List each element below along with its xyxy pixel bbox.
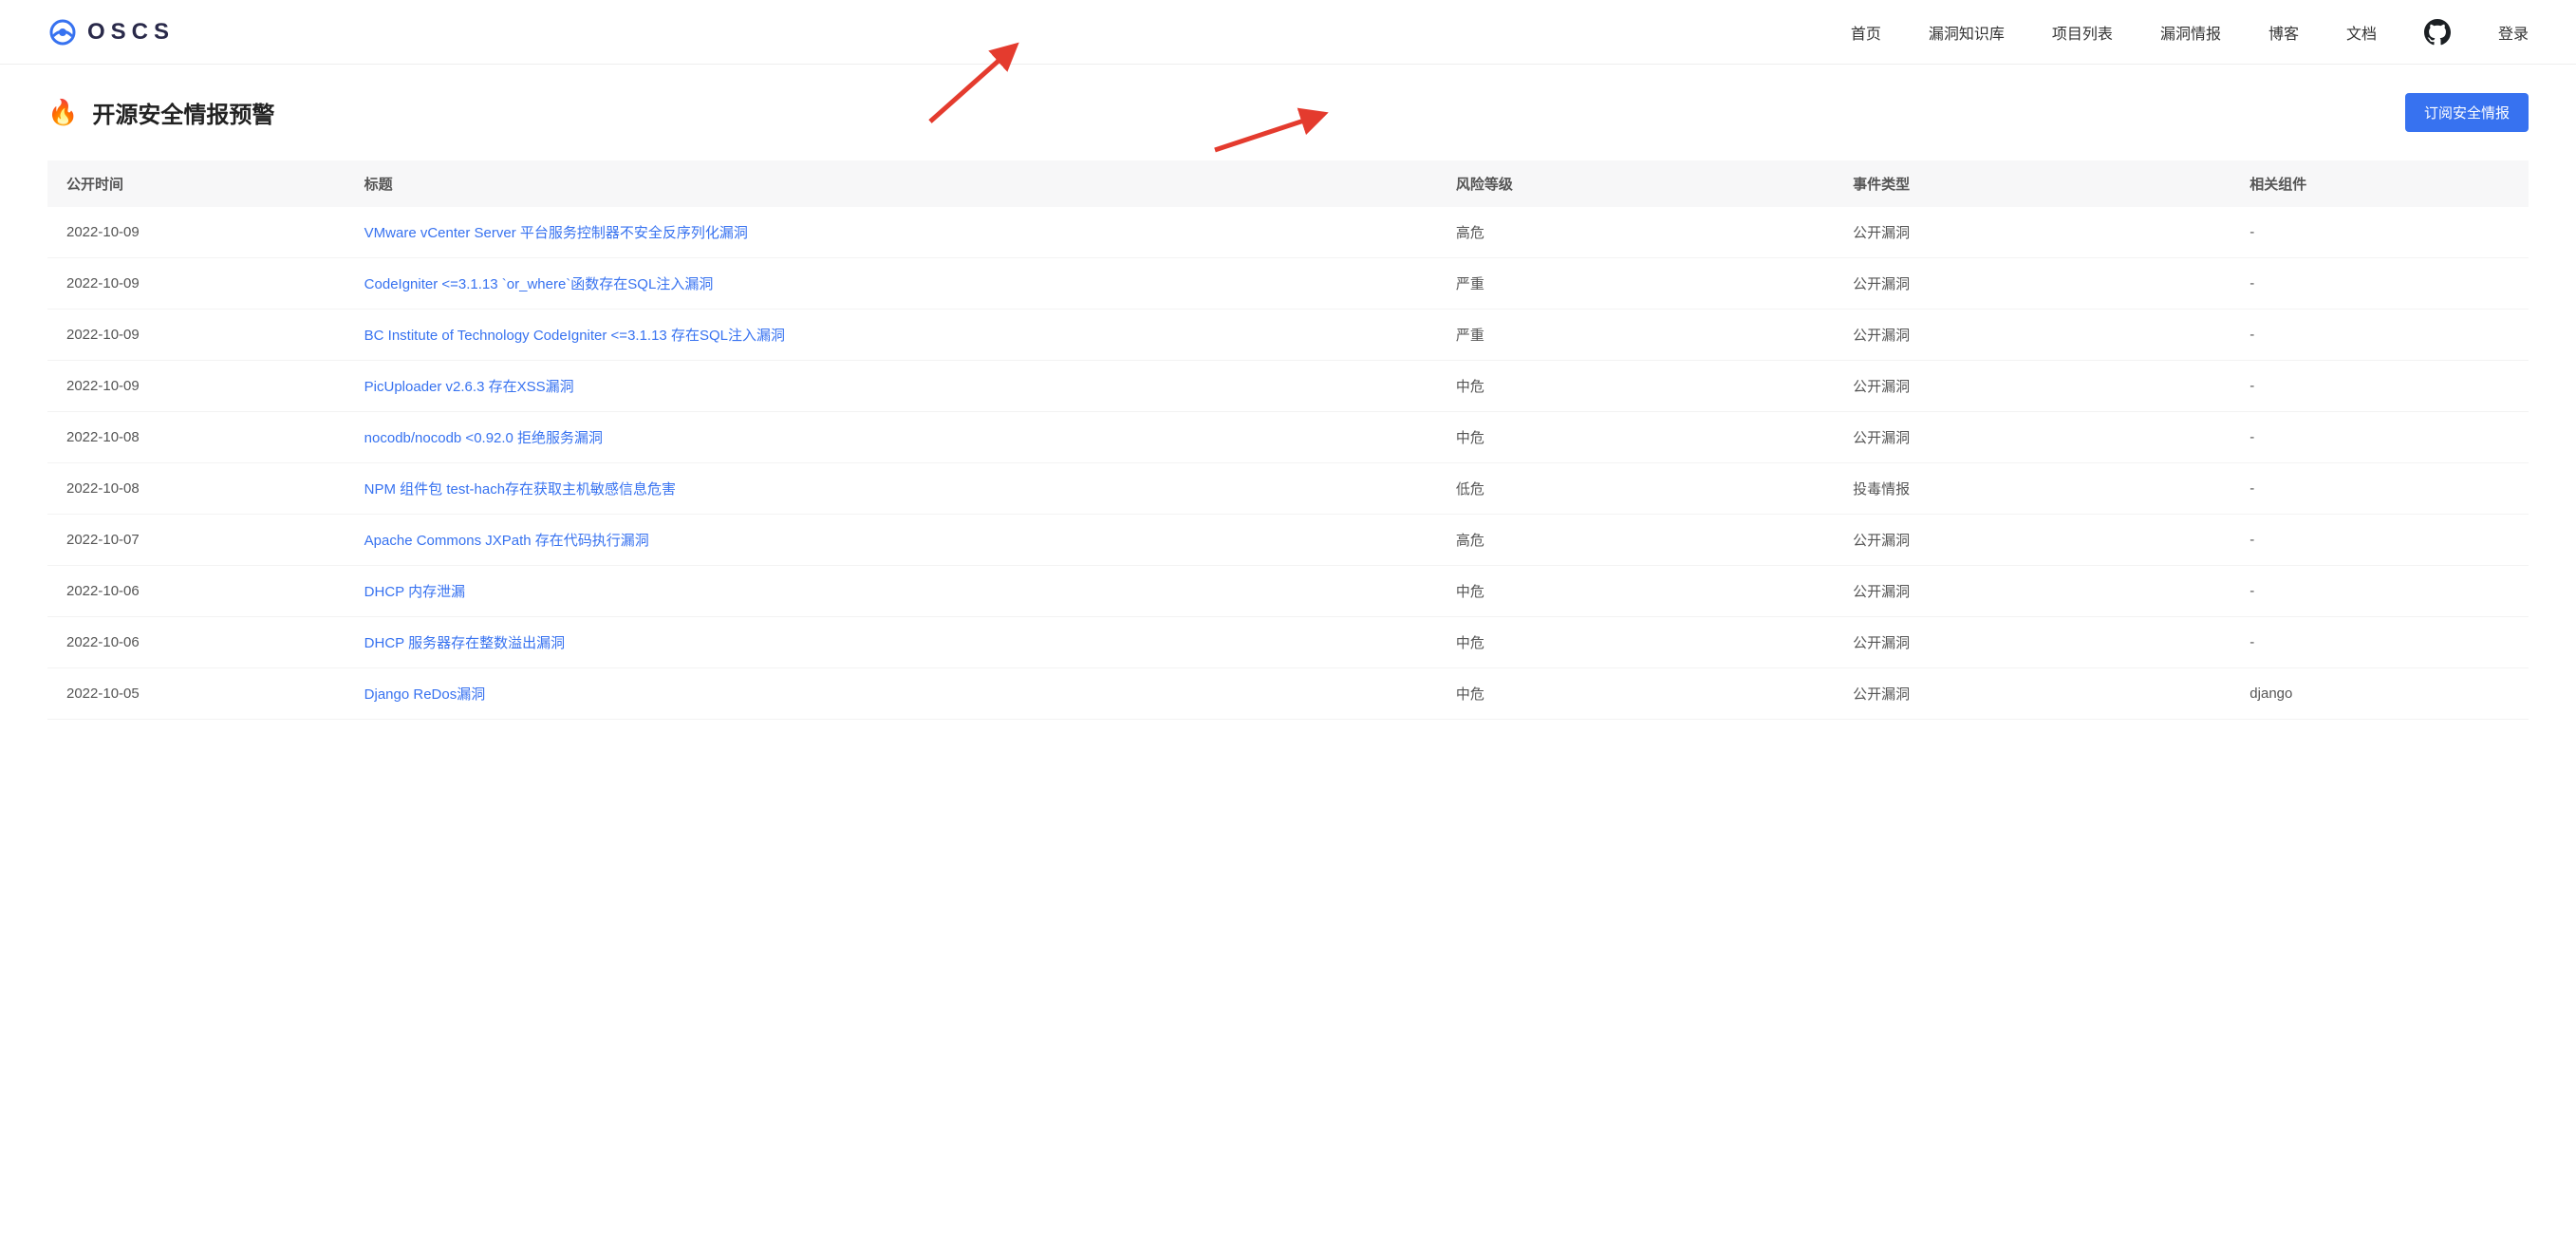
- nav-item-intel[interactable]: 漏洞情报: [2160, 21, 2221, 44]
- cell-date: 2022-10-09: [47, 258, 345, 310]
- th-type: 事件类型: [1834, 160, 2231, 207]
- cell-type: 公开漏洞: [1834, 310, 2231, 361]
- cell-component: -: [2231, 463, 2529, 515]
- title-row: 🔥 开源安全情报预警 订阅安全情报: [47, 93, 2529, 132]
- cell-component: -: [2231, 412, 2529, 463]
- cell-component: -: [2231, 207, 2529, 258]
- title-link[interactable]: DHCP 内存泄漏: [364, 584, 465, 600]
- logo[interactable]: OSCS: [47, 17, 175, 47]
- cell-risk: 严重: [1437, 258, 1834, 310]
- title-link[interactable]: NPM 组件包 test-hach存在获取主机敏感信息危害: [364, 481, 676, 498]
- nav-item-projects[interactable]: 项目列表: [2052, 21, 2113, 44]
- cell-date: 2022-10-06: [47, 566, 345, 617]
- nav-item-home[interactable]: 首页: [1851, 21, 1881, 44]
- table-row[interactable]: 2022-10-09 BC Institute of Technology Cod…: [47, 310, 2529, 361]
- cell-risk: 高危: [1437, 515, 1834, 566]
- title-link[interactable]: nocodb/nocodb <0.92.0 拒绝服务漏洞: [364, 430, 603, 446]
- cell-title: DHCP 服务器存在整数溢出漏洞: [345, 617, 1437, 668]
- table-row[interactable]: 2022-10-06 DHCP 内存泄漏 中危公开漏洞-: [47, 566, 2529, 617]
- table-row[interactable]: 2022-10-09 VMware vCenter Server 平台服务控制器不…: [47, 207, 2529, 258]
- logo-icon: [47, 17, 78, 47]
- cell-risk: 中危: [1437, 412, 1834, 463]
- table-row[interactable]: 2022-10-09 PicUploader v2.6.3 存在XSS漏洞 中危公开…: [47, 361, 2529, 412]
- page-title: 开源安全情报预警: [92, 96, 274, 129]
- cell-date: 2022-10-07: [47, 515, 345, 566]
- cell-title: nocodb/nocodb <0.92.0 拒绝服务漏洞: [345, 412, 1437, 463]
- main-nav: 首页 漏洞知识库 项目列表 漏洞情报 博客 文档 登录: [1851, 19, 2529, 46]
- cell-type: 公开漏洞: [1834, 566, 2231, 617]
- cell-type: 公开漏洞: [1834, 515, 2231, 566]
- table-row[interactable]: 2022-10-07 Apache Commons JXPath 存在代码执行漏洞…: [47, 515, 2529, 566]
- table-row[interactable]: 2022-10-05 Django ReDos漏洞 中危公开漏洞django: [47, 668, 2529, 720]
- cell-risk: 中危: [1437, 668, 1834, 720]
- title-link[interactable]: DHCP 服务器存在整数溢出漏洞: [364, 635, 565, 651]
- cell-type: 投毒情报: [1834, 463, 2231, 515]
- header: OSCS 首页 漏洞知识库 项目列表 漏洞情报 博客 文档 登录: [0, 0, 2576, 65]
- table-row[interactable]: 2022-10-08 nocodb/nocodb <0.92.0 拒绝服务漏洞 中危…: [47, 412, 2529, 463]
- cell-date: 2022-10-08: [47, 412, 345, 463]
- cell-title: BC Institute of Technology CodeIgniter <…: [345, 310, 1437, 361]
- cell-title: CodeIgniter <=3.1.13 `or_where`函数存在SQL注入…: [345, 258, 1437, 310]
- cell-component: -: [2231, 566, 2529, 617]
- cell-risk: 中危: [1437, 361, 1834, 412]
- cell-date: 2022-10-09: [47, 310, 345, 361]
- cell-component: -: [2231, 515, 2529, 566]
- cell-title: Apache Commons JXPath 存在代码执行漏洞: [345, 515, 1437, 566]
- cell-risk: 高危: [1437, 207, 1834, 258]
- fire-icon: 🔥: [47, 98, 78, 127]
- table-row[interactable]: 2022-10-09 CodeIgniter <=3.1.13 `or_where…: [47, 258, 2529, 310]
- cell-title: PicUploader v2.6.3 存在XSS漏洞: [345, 361, 1437, 412]
- cell-risk: 中危: [1437, 617, 1834, 668]
- nav-item-blog[interactable]: 博客: [2268, 21, 2299, 44]
- table-header-row: 公开时间 标题 风险等级 事件类型 相关组件: [47, 160, 2529, 207]
- title-link[interactable]: Apache Commons JXPath 存在代码执行漏洞: [364, 533, 649, 549]
- table-row[interactable]: 2022-10-08 NPM 组件包 test-hach存在获取主机敏感信息危害 低…: [47, 463, 2529, 515]
- intel-table: 公开时间 标题 风险等级 事件类型 相关组件 2022-10-09 VMware …: [47, 160, 2529, 720]
- cell-date: 2022-10-06: [47, 617, 345, 668]
- nav-item-login[interactable]: 登录: [2498, 21, 2529, 44]
- cell-component: django: [2231, 668, 2529, 720]
- cell-type: 公开漏洞: [1834, 361, 2231, 412]
- cell-type: 公开漏洞: [1834, 617, 2231, 668]
- cell-type: 公开漏洞: [1834, 412, 2231, 463]
- main: 🔥 开源安全情报预警 订阅安全情报 公开时间 标题 风险等级 事件类型 相关组件…: [0, 65, 2576, 748]
- title-link[interactable]: Django ReDos漏洞: [364, 686, 486, 703]
- cell-component: -: [2231, 258, 2529, 310]
- th-component: 相关组件: [2231, 160, 2529, 207]
- github-icon[interactable]: [2424, 19, 2451, 46]
- title-link[interactable]: CodeIgniter <=3.1.13 `or_where`函数存在SQL注入…: [364, 276, 714, 292]
- title-left: 🔥 开源安全情报预警: [47, 96, 274, 129]
- cell-risk: 严重: [1437, 310, 1834, 361]
- logo-text: OSCS: [87, 19, 175, 46]
- cell-type: 公开漏洞: [1834, 668, 2231, 720]
- cell-date: 2022-10-08: [47, 463, 345, 515]
- cell-risk: 中危: [1437, 566, 1834, 617]
- cell-date: 2022-10-09: [47, 207, 345, 258]
- cell-type: 公开漏洞: [1834, 207, 2231, 258]
- cell-component: -: [2231, 617, 2529, 668]
- cell-component: -: [2231, 361, 2529, 412]
- th-risk: 风险等级: [1437, 160, 1834, 207]
- cell-date: 2022-10-05: [47, 668, 345, 720]
- cell-type: 公开漏洞: [1834, 258, 2231, 310]
- cell-title: NPM 组件包 test-hach存在获取主机敏感信息危害: [345, 463, 1437, 515]
- subscribe-button[interactable]: 订阅安全情报: [2405, 93, 2529, 132]
- cell-title: DHCP 内存泄漏: [345, 566, 1437, 617]
- cell-risk: 低危: [1437, 463, 1834, 515]
- table-row[interactable]: 2022-10-06 DHCP 服务器存在整数溢出漏洞 中危公开漏洞-: [47, 617, 2529, 668]
- cell-component: -: [2231, 310, 2529, 361]
- title-link[interactable]: PicUploader v2.6.3 存在XSS漏洞: [364, 379, 574, 395]
- cell-title: VMware vCenter Server 平台服务控制器不安全反序列化漏洞: [345, 207, 1437, 258]
- title-link[interactable]: BC Institute of Technology CodeIgniter <…: [364, 328, 785, 344]
- nav-item-knowledge[interactable]: 漏洞知识库: [1929, 21, 2005, 44]
- title-link[interactable]: VMware vCenter Server 平台服务控制器不安全反序列化漏洞: [364, 225, 748, 241]
- th-title: 标题: [345, 160, 1437, 207]
- cell-title: Django ReDos漏洞: [345, 668, 1437, 720]
- th-date: 公开时间: [47, 160, 345, 207]
- cell-date: 2022-10-09: [47, 361, 345, 412]
- nav-item-docs[interactable]: 文档: [2346, 21, 2377, 44]
